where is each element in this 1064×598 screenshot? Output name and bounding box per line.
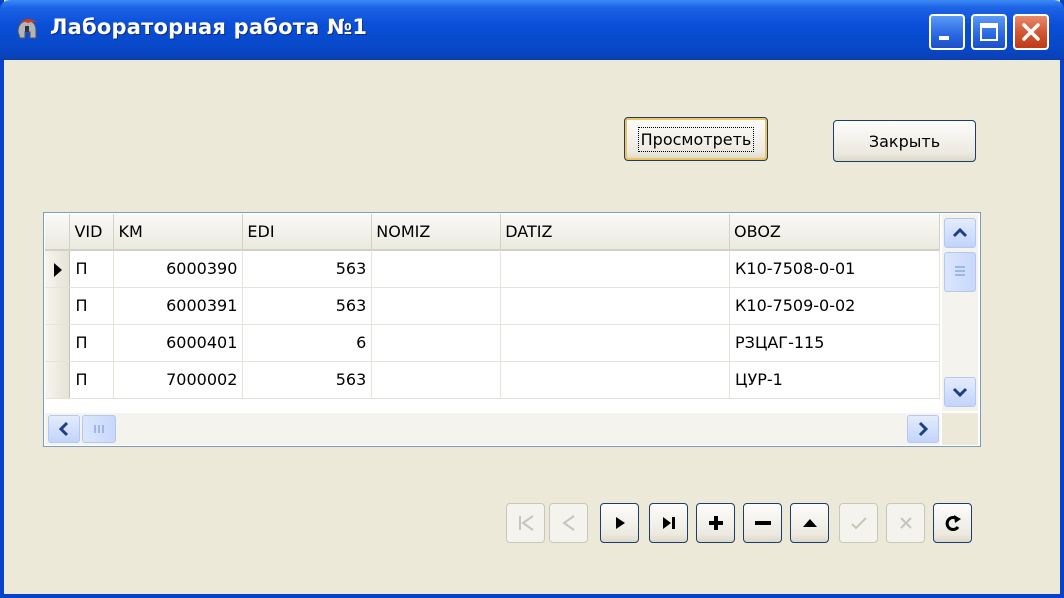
- cell-datiz[interactable]: [500, 361, 731, 399]
- data-grid[interactable]: VID KM EDI NOMIZ DATIZ OBOZ П 6000390 56…: [43, 212, 981, 447]
- grid-table: VID KM EDI NOMIZ DATIZ OBOZ П 6000390 56…: [45, 214, 940, 399]
- cell-oboz[interactable]: К10-7508-0-01: [729, 250, 940, 288]
- column-header-edi[interactable]: EDI: [242, 214, 373, 251]
- grid-viewport: VID KM EDI NOMIZ DATIZ OBOZ П 6000390 56…: [45, 214, 940, 411]
- cell-datiz[interactable]: [500, 324, 731, 362]
- cell-nomiz[interactable]: [371, 250, 502, 288]
- grip-icon: [94, 425, 104, 433]
- cell-km[interactable]: 6000390: [113, 250, 244, 288]
- last-record-icon: [662, 517, 675, 529]
- maximize-button[interactable]: [971, 14, 1007, 50]
- cell-nomiz[interactable]: [371, 287, 502, 325]
- prior-record-icon: [561, 515, 575, 531]
- vertical-scrollbar[interactable]: [942, 214, 978, 411]
- cell-edi[interactable]: 563: [242, 287, 373, 325]
- app-window: Лабораторная работа №1 Просмотреть Закры…: [0, 0, 1064, 598]
- cell-vid[interactable]: П: [69, 361, 115, 399]
- grip-icon: [955, 266, 965, 276]
- cell-datiz[interactable]: [500, 287, 731, 325]
- cell-edi[interactable]: 6: [242, 324, 373, 362]
- post-record-button[interactable]: [839, 503, 878, 543]
- row-indicator[interactable]: [45, 250, 71, 288]
- cell-edi[interactable]: 563: [242, 250, 373, 288]
- cell-oboz[interactable]: ЦУР-1: [729, 361, 940, 399]
- refresh-icon: [945, 515, 961, 531]
- window-title: Лабораторная работа №1: [50, 15, 368, 39]
- table-row[interactable]: П 6000390 563 К10-7508-0-01: [45, 250, 940, 288]
- row-indicator[interactable]: [45, 324, 71, 362]
- last-record-button[interactable]: [649, 503, 688, 543]
- cell-km[interactable]: 6000401: [113, 324, 244, 362]
- minimize-button[interactable]: [929, 14, 965, 50]
- next-record-icon: [615, 517, 625, 529]
- chevron-right-icon: [918, 421, 929, 437]
- column-header-km[interactable]: KM: [113, 214, 244, 251]
- column-header-oboz[interactable]: OBOZ: [729, 214, 940, 251]
- column-header-datiz[interactable]: DATIZ: [500, 214, 731, 251]
- delete-record-icon: [754, 521, 771, 525]
- vertical-scroll-thumb[interactable]: [944, 252, 976, 292]
- current-row-arrow-icon: [54, 263, 62, 277]
- insert-record-icon: [708, 516, 723, 530]
- chevron-up-icon: [952, 227, 968, 238]
- chevron-down-icon: [952, 387, 968, 398]
- cell-oboz[interactable]: К10-7509-0-02: [729, 287, 940, 325]
- cell-nomiz[interactable]: [371, 361, 502, 399]
- minimize-icon: [939, 36, 949, 40]
- cell-vid[interactable]: П: [69, 250, 115, 288]
- next-record-button[interactable]: [600, 503, 639, 543]
- grid-header-row: VID KM EDI NOMIZ DATIZ OBOZ: [45, 214, 940, 251]
- indicator-header: [45, 214, 71, 251]
- scroll-up-button[interactable]: [944, 218, 976, 248]
- table-row[interactable]: П 6000401 6 РЗЦАГ-115: [45, 324, 940, 362]
- edit-record-icon: [802, 519, 817, 527]
- prior-record-button[interactable]: [549, 503, 588, 543]
- scroll-right-button[interactable]: [907, 415, 939, 443]
- column-header-vid[interactable]: VID: [69, 214, 115, 251]
- close-icon: [1022, 23, 1040, 41]
- cell-vid[interactable]: П: [69, 287, 115, 325]
- insert-record-button[interactable]: [696, 503, 735, 543]
- first-record-icon: [518, 515, 534, 531]
- close-window-button[interactable]: [1013, 14, 1049, 50]
- table-row[interactable]: П 7000002 563 ЦУР-1: [45, 361, 940, 399]
- row-indicator[interactable]: [45, 287, 71, 325]
- close-button[interactable]: Закрыть: [833, 120, 976, 162]
- cell-vid[interactable]: П: [69, 324, 115, 362]
- refresh-button[interactable]: [933, 503, 972, 543]
- edit-record-button[interactable]: [790, 503, 829, 543]
- cell-km[interactable]: 6000391: [113, 287, 244, 325]
- table-row[interactable]: П 6000391 563 К10-7509-0-02: [45, 287, 940, 325]
- cell-nomiz[interactable]: [371, 324, 502, 362]
- form-client-area: Просмотреть Закрыть VID KM EDI NOMIZ DAT…: [4, 60, 1060, 594]
- scroll-down-button[interactable]: [944, 377, 976, 407]
- title-bar[interactable]: Лабораторная работа №1: [0, 0, 1064, 60]
- horizontal-scrollbar[interactable]: [45, 413, 940, 445]
- maximize-icon: [980, 23, 998, 41]
- cell-datiz[interactable]: [500, 250, 731, 288]
- horizontal-scroll-thumb[interactable]: [82, 415, 116, 443]
- spartan-helmet-icon: [17, 18, 37, 39]
- chevron-left-icon: [58, 421, 69, 437]
- column-header-nomiz[interactable]: NOMIZ: [371, 214, 502, 251]
- scrollbar-corner: [942, 413, 978, 445]
- cell-edi[interactable]: 563: [242, 361, 373, 399]
- first-record-button[interactable]: [506, 503, 545, 543]
- cancel-record-icon: [899, 517, 912, 529]
- view-button[interactable]: Просмотреть: [624, 117, 768, 161]
- scroll-left-button[interactable]: [48, 415, 80, 443]
- cell-km[interactable]: 7000002: [113, 361, 244, 399]
- cell-oboz[interactable]: РЗЦАГ-115: [729, 324, 940, 362]
- cancel-record-button[interactable]: [886, 503, 925, 543]
- post-record-icon: [850, 517, 867, 530]
- row-indicator[interactable]: [45, 361, 71, 399]
- delete-record-button[interactable]: [743, 503, 782, 543]
- view-button-label: Просмотреть: [637, 126, 755, 152]
